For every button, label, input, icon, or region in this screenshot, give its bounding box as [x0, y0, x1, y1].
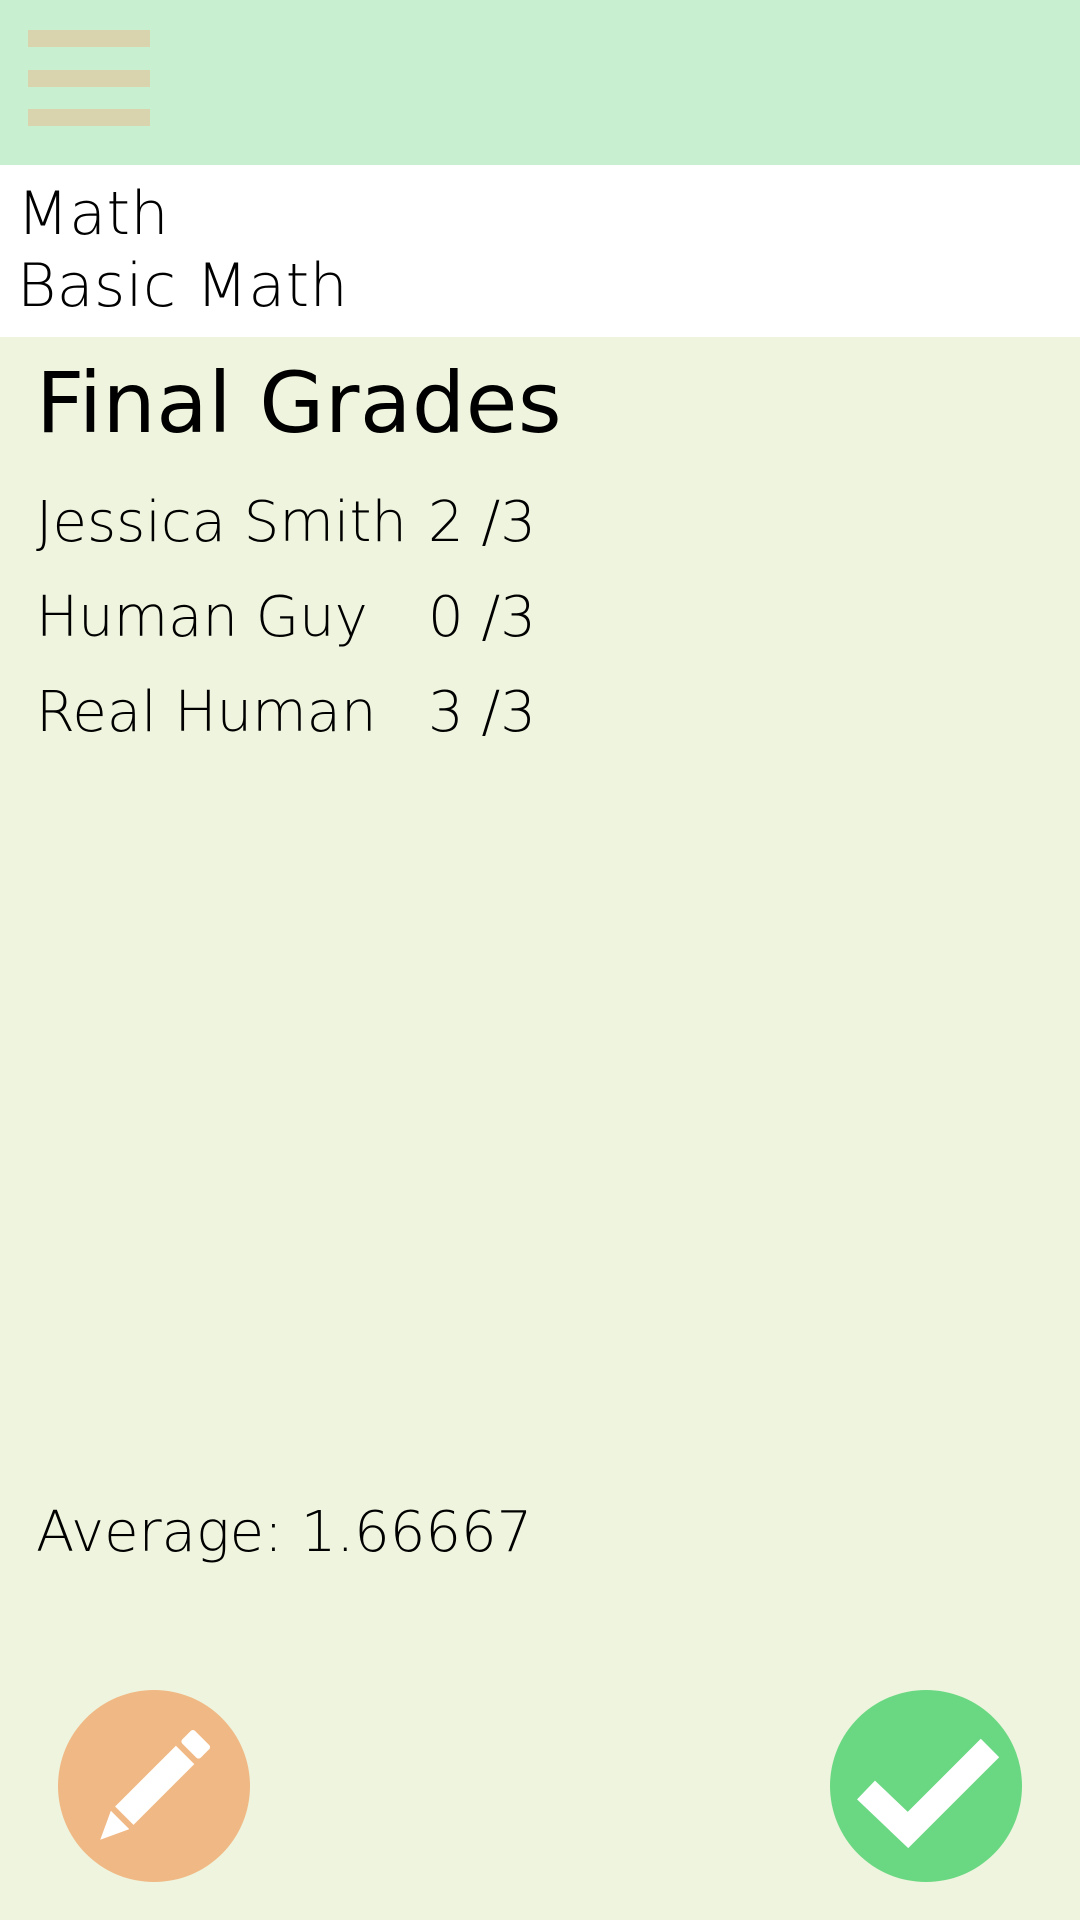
menu-icon-bar: [28, 109, 150, 126]
course-header: Math Basic Math: [0, 165, 1080, 337]
menu-icon-bar: [28, 30, 150, 47]
menu-icon-bar: [28, 70, 150, 87]
average-text: Average: 1.66667: [36, 1500, 533, 1565]
student-name: Jessica Smith: [36, 490, 407, 555]
menu-button[interactable]: [28, 30, 150, 126]
course-subject: Math: [17, 179, 170, 249]
page-title: Final Grades: [36, 354, 563, 452]
grade-row: Jessica Smith 2 /3: [36, 490, 736, 585]
course-name: Basic Math: [17, 251, 349, 321]
app-screen: Math Basic Math Final Grades Jessica Smi…: [0, 0, 1080, 1920]
checkmark-icon: [857, 1738, 1000, 1849]
student-score: 2 /3: [428, 490, 536, 555]
student-name: Real Human: [36, 680, 377, 745]
grade-row: Human Guy 0 /3: [36, 585, 736, 680]
student-name: Human Guy: [36, 585, 368, 650]
grade-row: Real Human 3 /3: [36, 680, 736, 775]
pencil-icon: [100, 1729, 211, 1840]
confirm-button[interactable]: [830, 1690, 1022, 1882]
edit-button[interactable]: [58, 1690, 250, 1882]
student-score: 0 /3: [428, 585, 536, 650]
student-score: 3 /3: [428, 680, 536, 745]
grades-list: Jessica Smith 2 /3 Human Guy 0 /3 Real H…: [36, 490, 736, 775]
app-bar: [0, 0, 1080, 165]
